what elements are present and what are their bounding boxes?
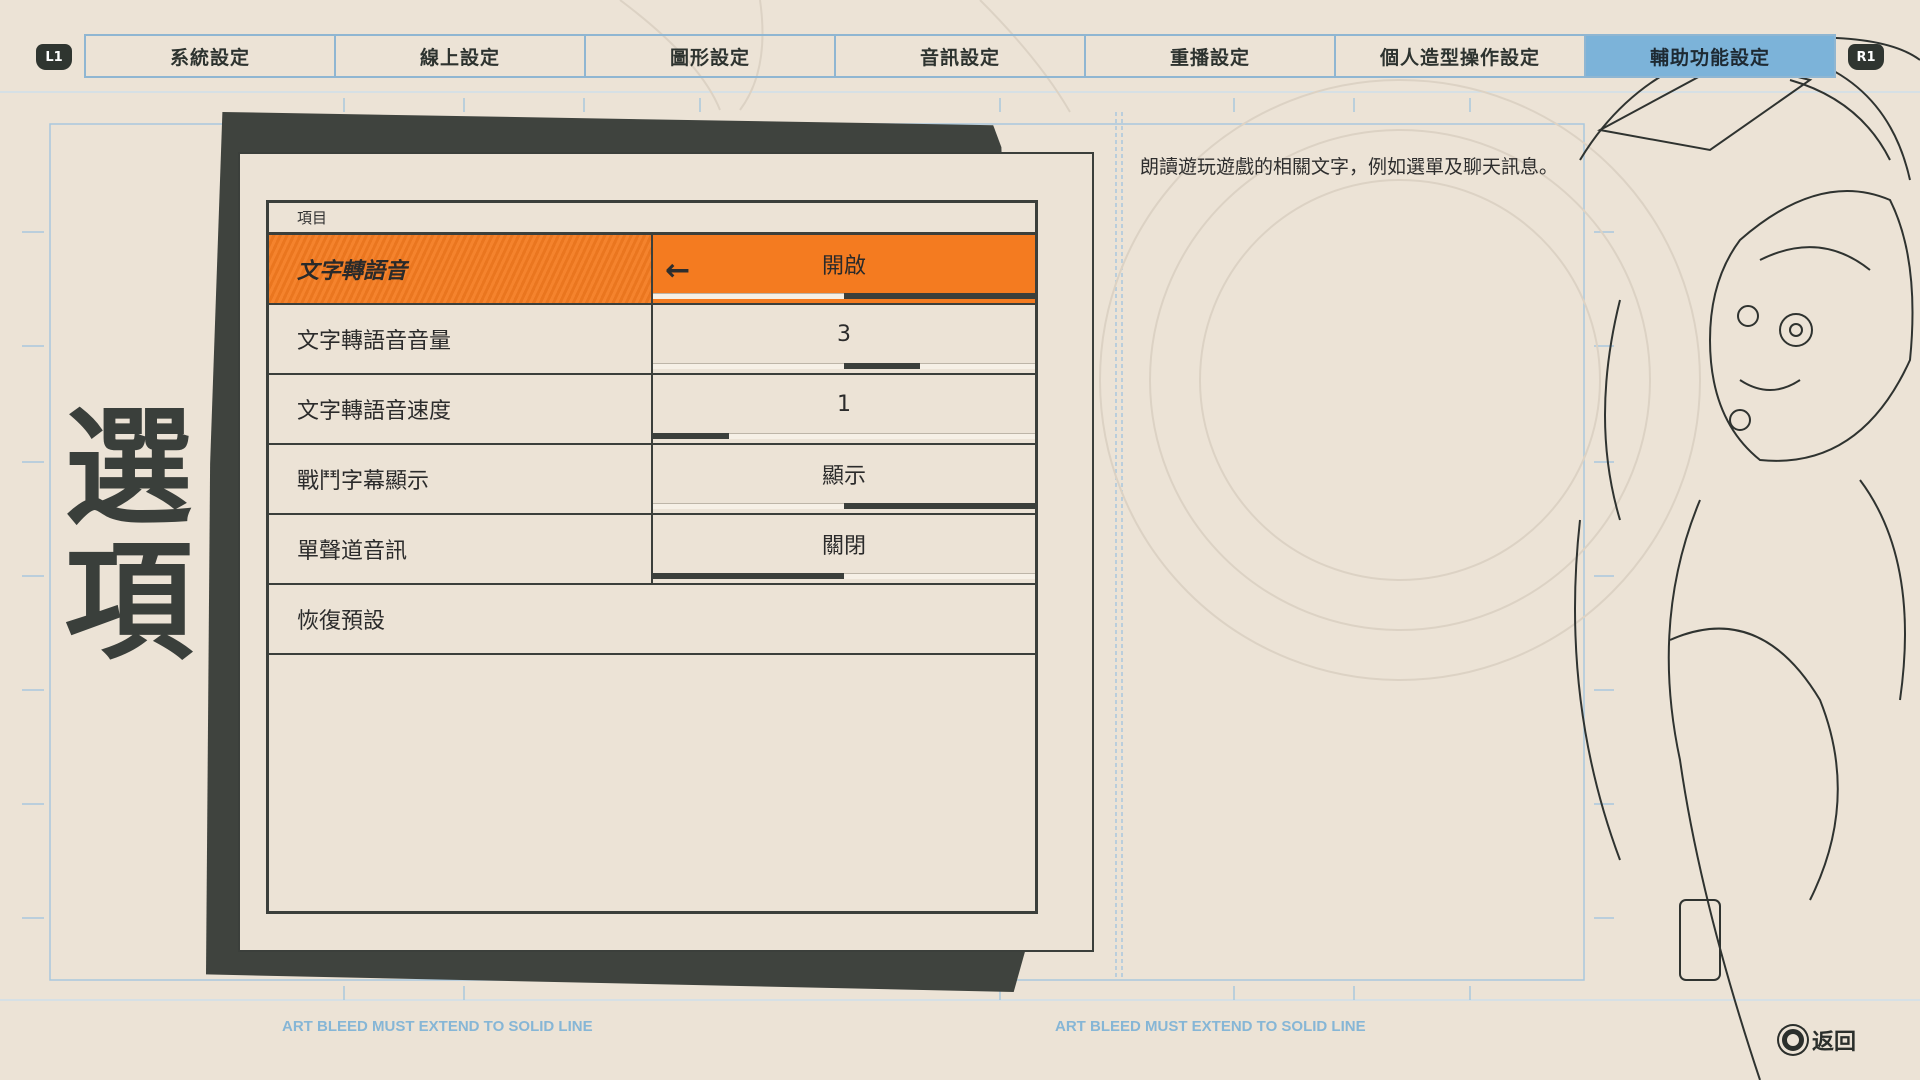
r1-button-icon[interactable]: R1 — [1848, 44, 1884, 70]
tab-replay[interactable]: 重播設定 — [1086, 36, 1336, 76]
tab-system[interactable]: 系統設定 — [86, 36, 336, 76]
option-value[interactable]: 顯示 — [653, 445, 1035, 513]
option-value-text: 關閉 — [821, 534, 866, 559]
bleed-note-right: ART BLEED MUST EXTEND TO SOLID LINE — [1055, 1018, 1366, 1035]
tab-audio[interactable]: 音訊設定 — [836, 36, 1086, 76]
option-description: 朗讀遊玩遊戲的相關文字，例如選單及聊天訊息。 — [1140, 156, 1559, 178]
option-value[interactable]: ← 開啟 — [653, 235, 1035, 303]
back-button[interactable]: 返回 — [1782, 1024, 1856, 1056]
option-value[interactable]: 關閉 — [653, 515, 1035, 583]
option-row-mono-audio[interactable]: 單聲道音訊 關閉 — [269, 515, 1035, 585]
option-label: 文字轉語音 — [269, 235, 653, 303]
option-value-text: 開啟 — [821, 254, 866, 279]
l1-button-icon[interactable]: L1 — [36, 44, 72, 70]
option-row-battle-subtitles[interactable]: 戰鬥字幕顯示 顯示 — [269, 445, 1035, 515]
option-row-restore-defaults[interactable]: 恢復預設 — [269, 585, 1035, 655]
option-row-text-to-speech[interactable]: 文字轉語音 ← 開啟 — [269, 235, 1035, 305]
option-value[interactable]: 1 — [653, 375, 1035, 443]
settings-tab-bar: 系統設定 線上設定 圖形設定 音訊設定 重播設定 個人造型操作設定 輔助功能設定 — [84, 34, 1836, 78]
option-row-tts-volume[interactable]: 文字轉語音音量 3 — [269, 305, 1035, 375]
value-indicator — [844, 363, 921, 369]
arrow-left-icon[interactable]: ← — [665, 253, 690, 288]
option-label: 戰鬥字幕顯示 — [269, 445, 653, 513]
page-title: 選項 — [42, 400, 191, 668]
option-value-text: 1 — [837, 391, 851, 417]
option-label: 文字轉語音音量 — [269, 305, 653, 373]
option-row-tts-speed[interactable]: 文字轉語音速度 1 — [269, 375, 1035, 445]
value-indicator — [653, 573, 844, 579]
option-label: 單聲道音訊 — [269, 515, 653, 583]
back-label: 返回 — [1812, 1030, 1857, 1055]
option-value-text: 顯示 — [821, 464, 866, 489]
tab-graphics[interactable]: 圖形設定 — [586, 36, 836, 76]
tab-accessibility[interactable]: 輔助功能設定 — [1586, 36, 1834, 76]
option-value-text: 3 — [837, 321, 851, 347]
options-table: 項目 文字轉語音 ← 開啟 文字轉語音音量 3 文字轉語音速度 1 戰鬥字幕顯示… — [266, 200, 1038, 914]
character-illustration — [1574, 36, 1920, 1080]
tab-personal-style-controls[interactable]: 個人造型操作設定 — [1336, 36, 1586, 76]
options-screen: L1 R1 系統設定 線上設定 圖形設定 音訊設定 重播設定 個人造型操作設定 … — [0, 0, 1920, 1080]
tab-online[interactable]: 線上設定 — [336, 36, 586, 76]
bleed-note-left: ART BLEED MUST EXTEND TO SOLID LINE — [282, 1018, 593, 1035]
value-indicator — [844, 293, 1035, 299]
option-label: 文字轉語音速度 — [269, 375, 653, 443]
value-indicator — [653, 433, 730, 439]
value-indicator — [844, 503, 1035, 509]
table-header: 項目 — [269, 203, 1035, 235]
option-value[interactable]: 3 — [653, 305, 1035, 373]
restore-defaults-button[interactable]: 恢復預設 — [269, 585, 1035, 653]
circle-button-icon — [1782, 1029, 1804, 1051]
